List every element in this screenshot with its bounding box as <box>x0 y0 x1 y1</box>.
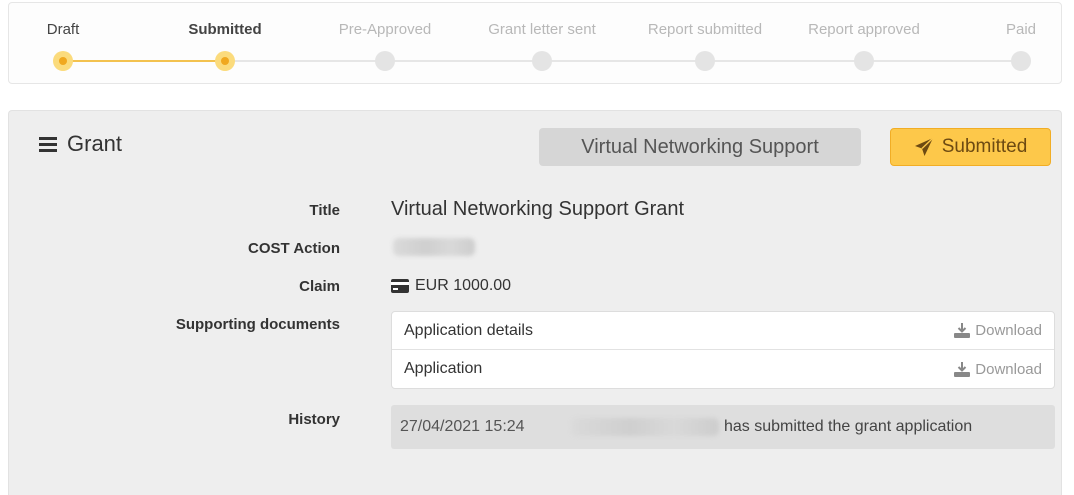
document-name: Application <box>404 360 483 377</box>
download-label: Download <box>975 360 1042 378</box>
credit-card-icon <box>391 279 409 293</box>
cost-action-label: COST Action <box>248 240 340 257</box>
title-label: Title <box>309 202 340 219</box>
step-label-draft: Draft <box>46 21 80 38</box>
step-dot-draft <box>53 51 73 71</box>
history-label: History <box>288 411 340 428</box>
grant-type-badge: Virtual Networking Support <box>539 128 861 166</box>
progress-stepper: Draft Submitted Pre-Approved Grant lette… <box>8 2 1062 84</box>
step-dot-submitted <box>215 51 235 71</box>
step-label-pre-approved: Pre-Approved <box>338 21 432 38</box>
stepper-track-pending <box>225 60 1021 62</box>
document-name: Application details <box>404 321 533 339</box>
download-icon <box>954 361 971 377</box>
claim-value-container: EUR 1000.00 <box>391 277 511 295</box>
download-link[interactable]: Download <box>954 361 1042 378</box>
status-label: Submitted <box>941 136 1028 157</box>
claim-label: Claim <box>299 278 340 295</box>
step-dot-report-approved <box>854 51 874 71</box>
document-row: Application details Download <box>392 312 1054 350</box>
grant-type-label: Virtual Networking Support <box>581 135 819 158</box>
step-dot-paid <box>1011 51 1031 71</box>
redacted-user-name <box>571 418 719 436</box>
step-label-paid: Paid <box>1005 21 1037 38</box>
download-icon <box>954 323 971 338</box>
documents-list: Application details Download Application… <box>391 311 1055 389</box>
hamburger-icon[interactable] <box>39 137 57 152</box>
step-label-submitted: Submitted <box>188 21 262 38</box>
status-badge: Submitted <box>890 128 1051 166</box>
document-row: Application Download <box>392 350 1054 388</box>
download-link[interactable]: Download <box>954 322 1042 339</box>
claim-value: EUR 1000.00 <box>415 277 512 294</box>
panel-header: Grant <box>39 131 122 157</box>
panel-title: Grant <box>67 131 123 156</box>
history-timestamp: 27/04/2021 15:24 <box>400 418 525 435</box>
title-value: Virtual Networking Support Grant <box>391 198 685 220</box>
download-label: Download <box>975 322 1042 339</box>
history-message: has submitted the grant application <box>724 418 973 435</box>
step-dot-pre-approved <box>375 51 395 71</box>
paper-plane-icon <box>914 137 934 156</box>
supporting-docs-label: Supporting documents <box>175 316 340 333</box>
step-label-grant-letter-sent: Grant letter sent <box>488 21 596 38</box>
step-dot-report-submitted <box>695 51 715 71</box>
step-label-report-approved: Report approved <box>808 21 920 38</box>
step-label-report-submitted: Report submitted <box>647 21 763 38</box>
stepper-track-completed <box>63 60 225 62</box>
history-entry: 27/04/2021 15:24 has submitted the grant… <box>391 405 1055 449</box>
step-dot-grant-letter-sent <box>532 51 552 71</box>
redacted-cost-action <box>393 238 475 256</box>
grant-panel: Grant Virtual Networking Support Submitt… <box>8 110 1062 495</box>
